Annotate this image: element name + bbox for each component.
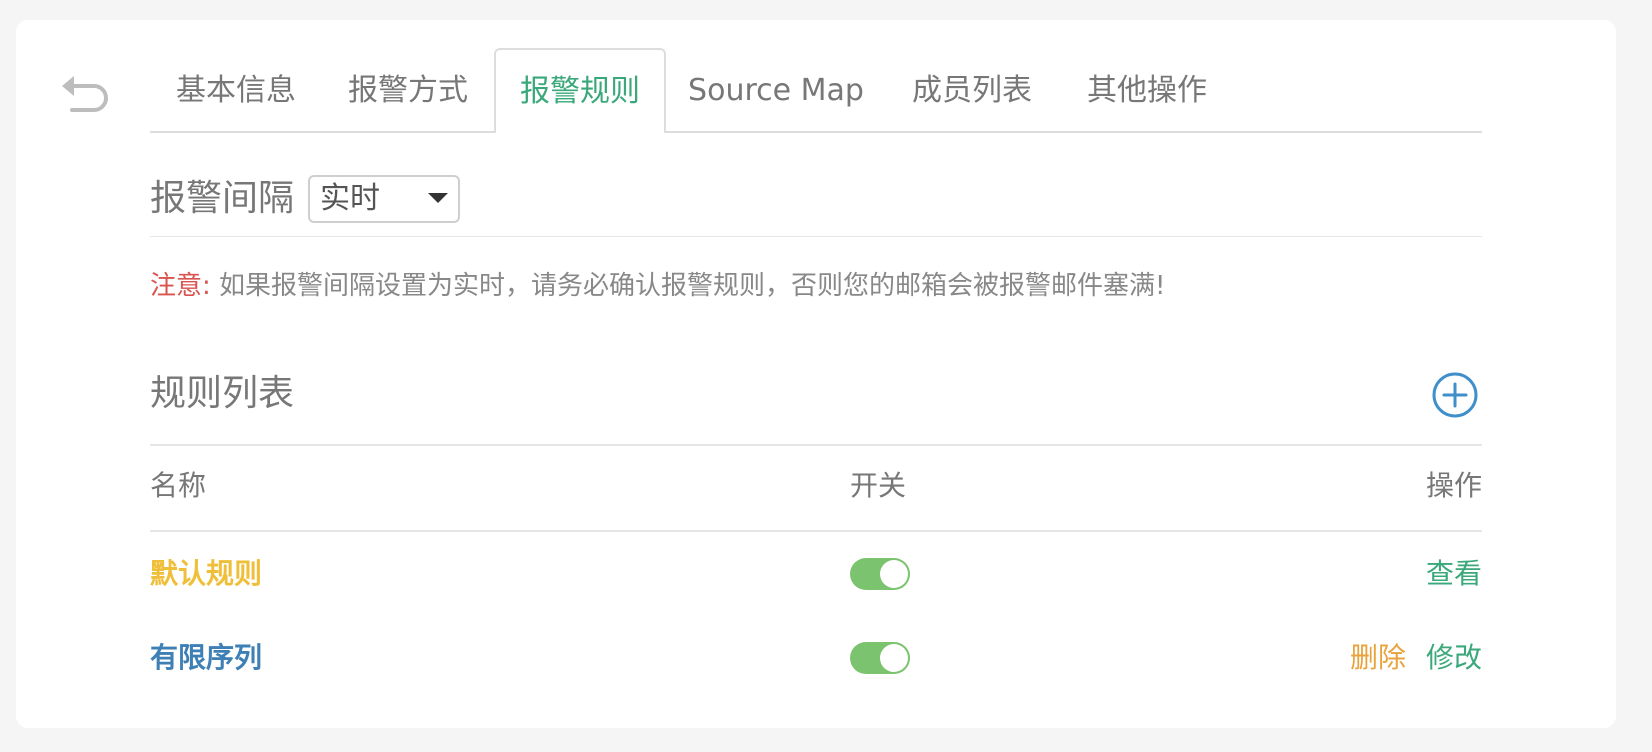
interval-select[interactable]: 实时 xyxy=(308,175,460,223)
rule-name-finite-sequence[interactable]: 有限序列 xyxy=(150,638,262,678)
rule-name-default[interactable]: 默认规则 xyxy=(150,554,262,594)
plus-circle-icon xyxy=(1432,372,1478,418)
notice-message: 注意: 如果报警间隔设置为实时，请务必确认报警规则，否则您的邮箱会被报警邮件塞满… xyxy=(150,266,1165,306)
toggle-knob xyxy=(880,560,908,588)
rules-title: 规则列表 xyxy=(150,373,295,414)
notice-prefix: 注意: xyxy=(150,271,211,301)
interval-row: 报警间隔 实时 xyxy=(150,133,1482,237)
settings-content: 基本信息 报警方式 报警规则 Source Map 成员列表 其他操作 报警间隔… xyxy=(150,48,1482,674)
view-rule-button[interactable]: 查看 xyxy=(1426,557,1482,590)
caret-down-icon xyxy=(428,193,448,203)
column-header-action: 操作 xyxy=(1425,469,1482,502)
edit-rule-button[interactable]: 修改 xyxy=(1426,641,1482,674)
row-actions: 删除 修改 xyxy=(1350,638,1482,678)
toggle-knob xyxy=(880,644,908,672)
rule-toggle-default[interactable] xyxy=(850,558,910,590)
notice-text: 如果报警间隔设置为实时，请务必确认报警规则，否则您的邮箱会被报警邮件塞满! xyxy=(210,271,1166,301)
rules-table-header: 名称 开关 操作 xyxy=(150,446,1482,532)
tab-alert-method[interactable]: 报警方式 xyxy=(322,50,494,131)
undo-arrow-icon xyxy=(62,76,108,112)
interval-label: 报警间隔 xyxy=(150,178,295,219)
tab-member-list[interactable]: 成员列表 xyxy=(886,50,1058,131)
tab-other-actions[interactable]: 其他操作 xyxy=(1058,50,1236,131)
tab-bar: 基本信息 报警方式 报警规则 Source Map 成员列表 其他操作 xyxy=(150,48,1482,133)
tab-basic-info[interactable]: 基本信息 xyxy=(150,50,322,131)
back-button[interactable] xyxy=(58,64,112,112)
table-row: 有限序列 删除 修改 xyxy=(150,616,1482,700)
table-row: 默认规则 查看 xyxy=(150,532,1482,616)
column-header-switch: 开关 xyxy=(850,469,907,502)
rules-header: 规则列表 xyxy=(150,348,1482,446)
rule-toggle-finite-sequence[interactable] xyxy=(850,642,910,674)
add-rule-button[interactable] xyxy=(1432,372,1478,418)
delete-rule-button[interactable]: 删除 xyxy=(1350,641,1406,674)
row-actions: 查看 xyxy=(1426,554,1482,594)
tab-alert-rules[interactable]: 报警规则 xyxy=(494,48,666,133)
tab-source-map[interactable]: Source Map xyxy=(666,50,886,131)
alert-settings-card: 基本信息 报警方式 报警规则 Source Map 成员列表 其他操作 报警间隔… xyxy=(16,20,1616,728)
interval-select-value: 实时 xyxy=(320,181,380,216)
column-header-name: 名称 xyxy=(150,469,207,502)
